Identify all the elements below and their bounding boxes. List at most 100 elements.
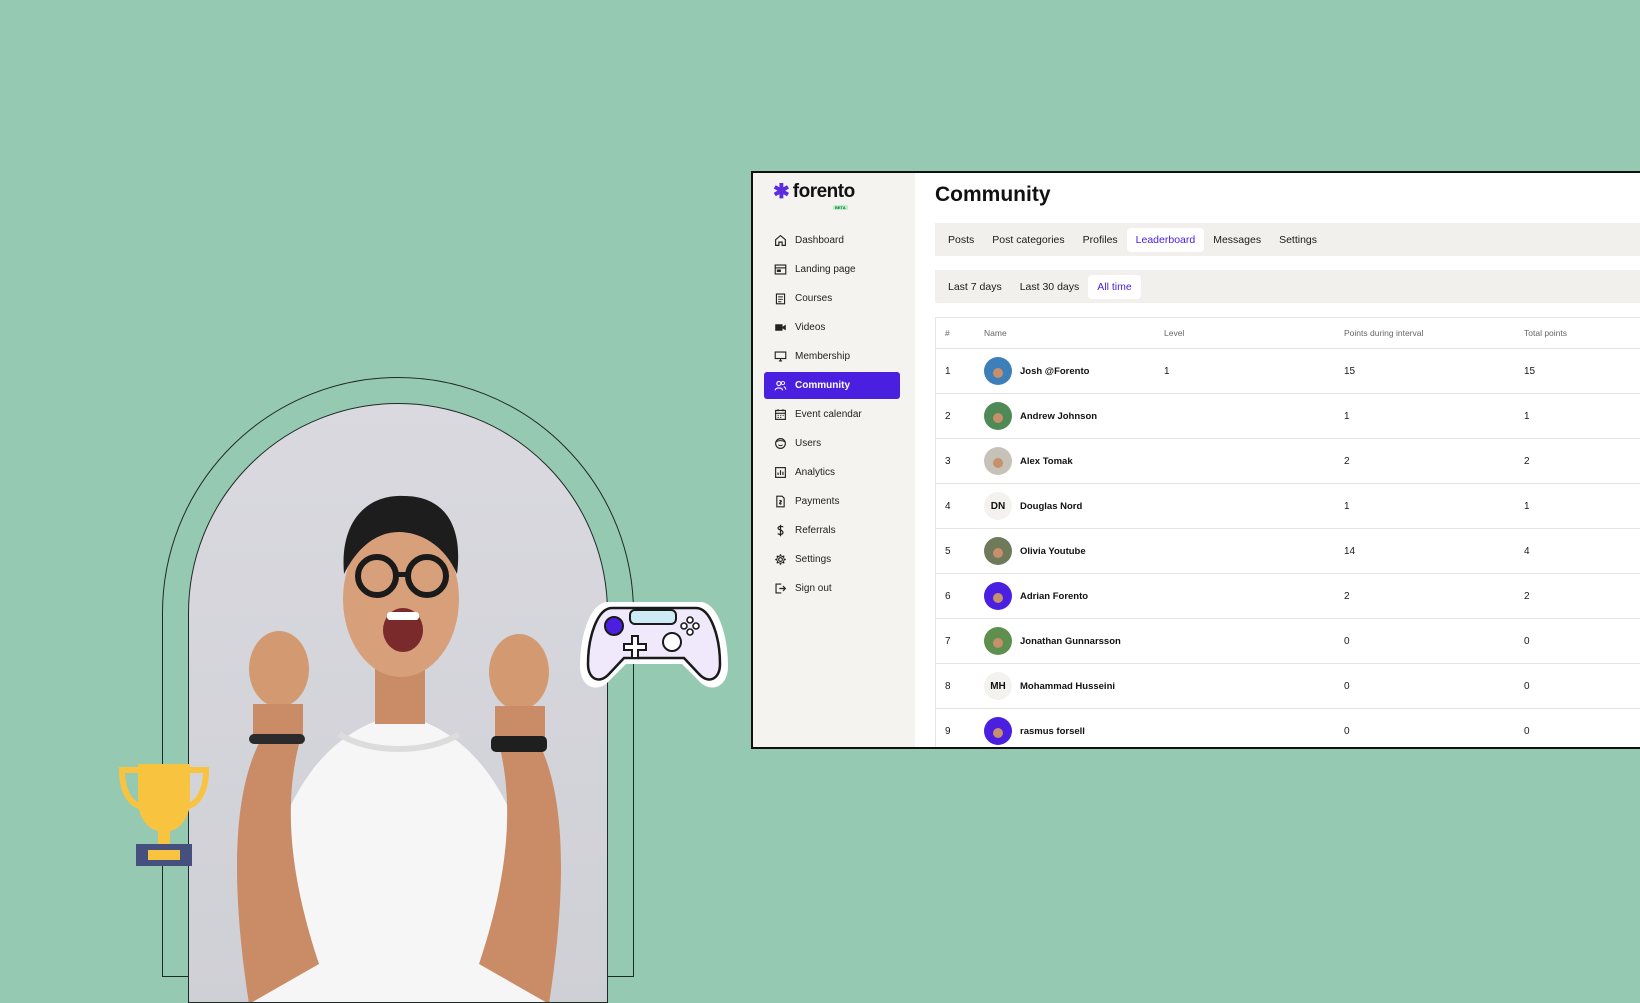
rank-cell: 3	[945, 455, 951, 467]
table-header: # Name Level Points during interval Tota…	[936, 318, 1640, 349]
clipboard-icon	[775, 293, 786, 305]
interval-points-cell: 0	[1344, 635, 1350, 647]
member-name[interactable]: Adrian Forento	[1020, 591, 1088, 602]
name-cell: Adrian Forento	[984, 582, 1164, 610]
name-cell: Andrew Johnson	[984, 402, 1164, 430]
rank-cell: 2	[945, 410, 951, 422]
app-window: ✱ forento BETA Dashboard Landing page Cour…	[751, 171, 1640, 749]
total-points-cell: 2	[1524, 455, 1530, 467]
sidebar-item-membership[interactable]: Membership	[764, 343, 900, 370]
sidebar-item-label: Payments	[795, 496, 840, 507]
tab-post-categories[interactable]: Post categories	[983, 228, 1073, 252]
smiley-icon	[775, 438, 786, 449]
total-points-cell: 2	[1524, 590, 1530, 602]
name-cell: Jonathan Gunnarsson	[984, 627, 1164, 655]
sidebar-item-label: Community	[795, 380, 850, 391]
interval-points-cell: 14	[1344, 545, 1356, 557]
sidebar-item-courses[interactable]: Courses	[764, 285, 900, 312]
avatar[interactable]	[984, 447, 1012, 475]
sidebar-item-landing-page[interactable]: Landing page	[764, 256, 900, 283]
sidebar-item-referrals[interactable]: Referrals	[764, 517, 900, 544]
table-row[interactable]: 1 Josh @Forento 1 15 15	[936, 349, 1640, 394]
table-row[interactable]: 3 Alex Tomak 2 2	[936, 439, 1640, 484]
avatar[interactable]	[984, 357, 1012, 385]
beta-badge: BETA	[833, 205, 848, 210]
interval-points-cell: 1	[1344, 410, 1350, 422]
table-row[interactable]: 8 MH Mohammad Husseini 0 0	[936, 664, 1640, 709]
sidebar-item-label: Courses	[795, 293, 833, 304]
tab-posts[interactable]: Posts	[939, 228, 983, 252]
avatar[interactable]: DN	[984, 492, 1012, 520]
table-row[interactable]: 6 Adrian Forento 2 2	[936, 574, 1640, 619]
table-row[interactable]: 4 DN Douglas Nord 1 1	[936, 484, 1640, 529]
table-row[interactable]: 2 Andrew Johnson 1 1	[936, 394, 1640, 439]
tab-messages[interactable]: Messages	[1204, 228, 1270, 252]
member-name[interactable]: Alex Tomak	[1020, 456, 1073, 467]
sidebar: ✱ forento BETA Dashboard Landing page Cour…	[753, 173, 915, 747]
avatar[interactable]	[984, 627, 1012, 655]
page-title: Community	[935, 183, 1051, 206]
sidebar-item-label: Users	[795, 438, 822, 449]
avatar-face	[993, 548, 1003, 558]
sidebar-item-community[interactable]: Community	[764, 372, 900, 399]
table-row[interactable]: 9 rasmus forsell 0 0	[936, 709, 1640, 747]
header-total-points: Total points	[1524, 328, 1567, 338]
sidebar-item-analytics[interactable]: Analytics	[764, 459, 900, 486]
sidebar-item-videos[interactable]: Videos	[764, 314, 900, 341]
name-cell: DN Douglas Nord	[984, 492, 1164, 520]
name-cell: Alex Tomak	[984, 447, 1164, 475]
asterisk-logo-icon: ✱	[773, 181, 790, 203]
table-row[interactable]: 5 Olivia Youtube 14 4	[936, 529, 1640, 574]
member-name[interactable]: Jonathan Gunnarsson	[1020, 636, 1121, 647]
tab-leaderboard[interactable]: Leaderboard	[1126, 227, 1205, 252]
rank-cell: 1	[945, 365, 951, 377]
tab-bar: Posts Post categories Profiles Leaderboard M…	[935, 223, 1640, 256]
tab-settings[interactable]: Settings	[1270, 228, 1326, 252]
sidebar-item-dashboard[interactable]: Dashboard	[764, 227, 900, 254]
avatar[interactable]	[984, 582, 1012, 610]
member-name[interactable]: Josh @Forento	[1020, 366, 1089, 377]
avatar[interactable]	[984, 402, 1012, 430]
browser-icon	[774, 264, 787, 275]
calendar-icon	[775, 409, 786, 420]
sidebar-item-label: Referrals	[795, 525, 836, 536]
range-last-7-days[interactable]: Last 7 days	[939, 275, 1011, 299]
sidebar-item-users[interactable]: Users	[764, 430, 900, 457]
avatar[interactable]	[984, 537, 1012, 565]
sidebar-item-payments[interactable]: Payments	[764, 488, 900, 515]
rank-cell: 9	[945, 725, 951, 737]
member-name[interactable]: Mohammad Husseini	[1020, 681, 1115, 692]
interval-points-cell: 1	[1344, 500, 1350, 512]
total-points-cell: 0	[1524, 680, 1530, 692]
sidebar-item-label: Videos	[795, 322, 826, 333]
member-name[interactable]: Andrew Johnson	[1020, 411, 1097, 422]
header-rank: #	[945, 328, 950, 338]
rank-cell: 4	[945, 500, 951, 512]
member-name[interactable]: Douglas Nord	[1020, 501, 1082, 512]
interval-points-cell: 0	[1344, 725, 1350, 737]
sidebar-item-sign-out[interactable]: Sign out	[764, 575, 900, 602]
sidebar-item-label: Event calendar	[795, 409, 862, 420]
excited-man-photo	[237, 495, 561, 1002]
gamepad-sticker-icon	[580, 602, 728, 688]
range-all-time[interactable]: All time	[1088, 274, 1141, 299]
member-name[interactable]: rasmus forsell	[1020, 726, 1085, 737]
range-last-30-days[interactable]: Last 30 days	[1011, 275, 1089, 299]
total-points-cell: 1	[1524, 500, 1530, 512]
avatar[interactable]	[984, 717, 1012, 745]
main-content: Community Posts Post categories Profiles Le…	[935, 173, 1640, 747]
avatar[interactable]: MH	[984, 672, 1012, 700]
table-row[interactable]: 7 Jonathan Gunnarsson 0 0	[936, 619, 1640, 664]
total-points-cell: 0	[1524, 725, 1530, 737]
sidebar-item-label: Analytics	[795, 467, 836, 478]
logo[interactable]: ✱ forento BETA	[773, 181, 855, 210]
tab-profiles[interactable]: Profiles	[1074, 228, 1127, 252]
member-name[interactable]: Olivia Youtube	[1020, 546, 1086, 557]
chart-icon	[775, 467, 786, 478]
sign-out-icon	[775, 583, 787, 594]
sidebar-item-settings[interactable]: Settings	[764, 546, 900, 573]
sidebar-item-event-calendar[interactable]: Event calendar	[764, 401, 900, 428]
sidebar-item-label: Landing page	[795, 264, 856, 275]
header-level: Level	[1164, 328, 1185, 338]
photo-arch	[188, 403, 608, 1003]
